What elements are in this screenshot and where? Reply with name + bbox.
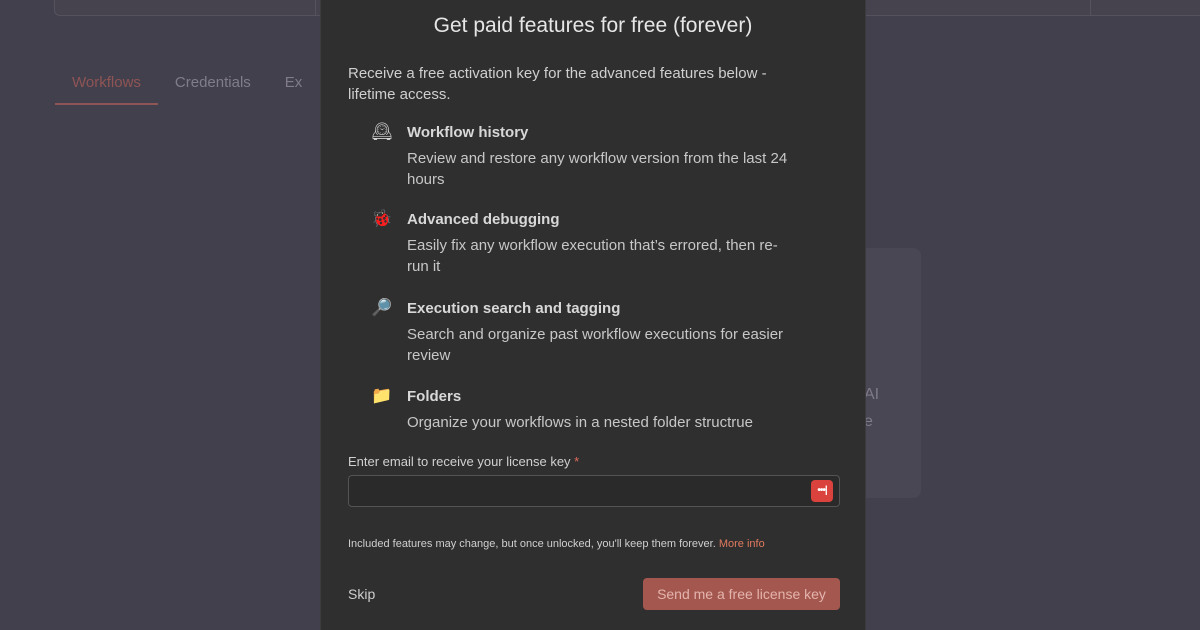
feature-title: Workflow history bbox=[407, 124, 529, 141]
tab-workflows: Workflows bbox=[55, 72, 158, 105]
feature-title: Execution search and tagging bbox=[407, 300, 621, 317]
mantel-clock-icon: 🕰 bbox=[371, 122, 393, 141]
background-card-text: AI bbox=[864, 386, 880, 403]
more-info-link[interactable]: More info bbox=[719, 538, 765, 550]
feature-description: Review and restore any workflow version … bbox=[407, 150, 788, 188]
required-marker: * bbox=[574, 454, 580, 469]
folder-icon: 📁 bbox=[371, 386, 393, 405]
email-label-text: Enter email to receive your license key bbox=[348, 454, 571, 469]
top-bar-divider bbox=[1090, 0, 1091, 15]
license-modal: Get paid features for free (forever) Rec… bbox=[320, 0, 866, 630]
skip-button[interactable]: Skip bbox=[348, 586, 375, 602]
modal-intro: Receive a free activation key for the ad… bbox=[348, 65, 767, 103]
password-manager-icon[interactable]: •••| bbox=[811, 480, 833, 502]
top-bar-divider bbox=[315, 0, 316, 15]
email-field[interactable] bbox=[348, 475, 840, 507]
magnifier-icon: 🔎 bbox=[371, 298, 393, 317]
feature-description: Organize your workflows in a nested fold… bbox=[407, 414, 753, 431]
feature-description: Easily fix any workflow execution that’s… bbox=[407, 237, 778, 275]
tab-executions: Ex bbox=[284, 74, 303, 91]
send-license-key-button[interactable]: Send me a free license key bbox=[643, 578, 840, 610]
feature-description: Search and organize past workflow execut… bbox=[407, 326, 784, 364]
bug-icon: 🐞 bbox=[371, 209, 393, 228]
feature-title: Folders bbox=[407, 388, 462, 405]
email-label: Enter email to receive your license key … bbox=[348, 454, 579, 469]
note-text: Included features may change, but once u… bbox=[348, 538, 716, 550]
tab-credentials: Credentials bbox=[174, 74, 251, 91]
feature-title: Advanced debugging bbox=[407, 211, 560, 228]
background-tabs: Workflows Credentials Ex bbox=[55, 72, 319, 105]
modal-title: Get paid features for free (forever) bbox=[433, 14, 753, 37]
disclaimer-note: Included features may change, but once u… bbox=[348, 538, 765, 550]
